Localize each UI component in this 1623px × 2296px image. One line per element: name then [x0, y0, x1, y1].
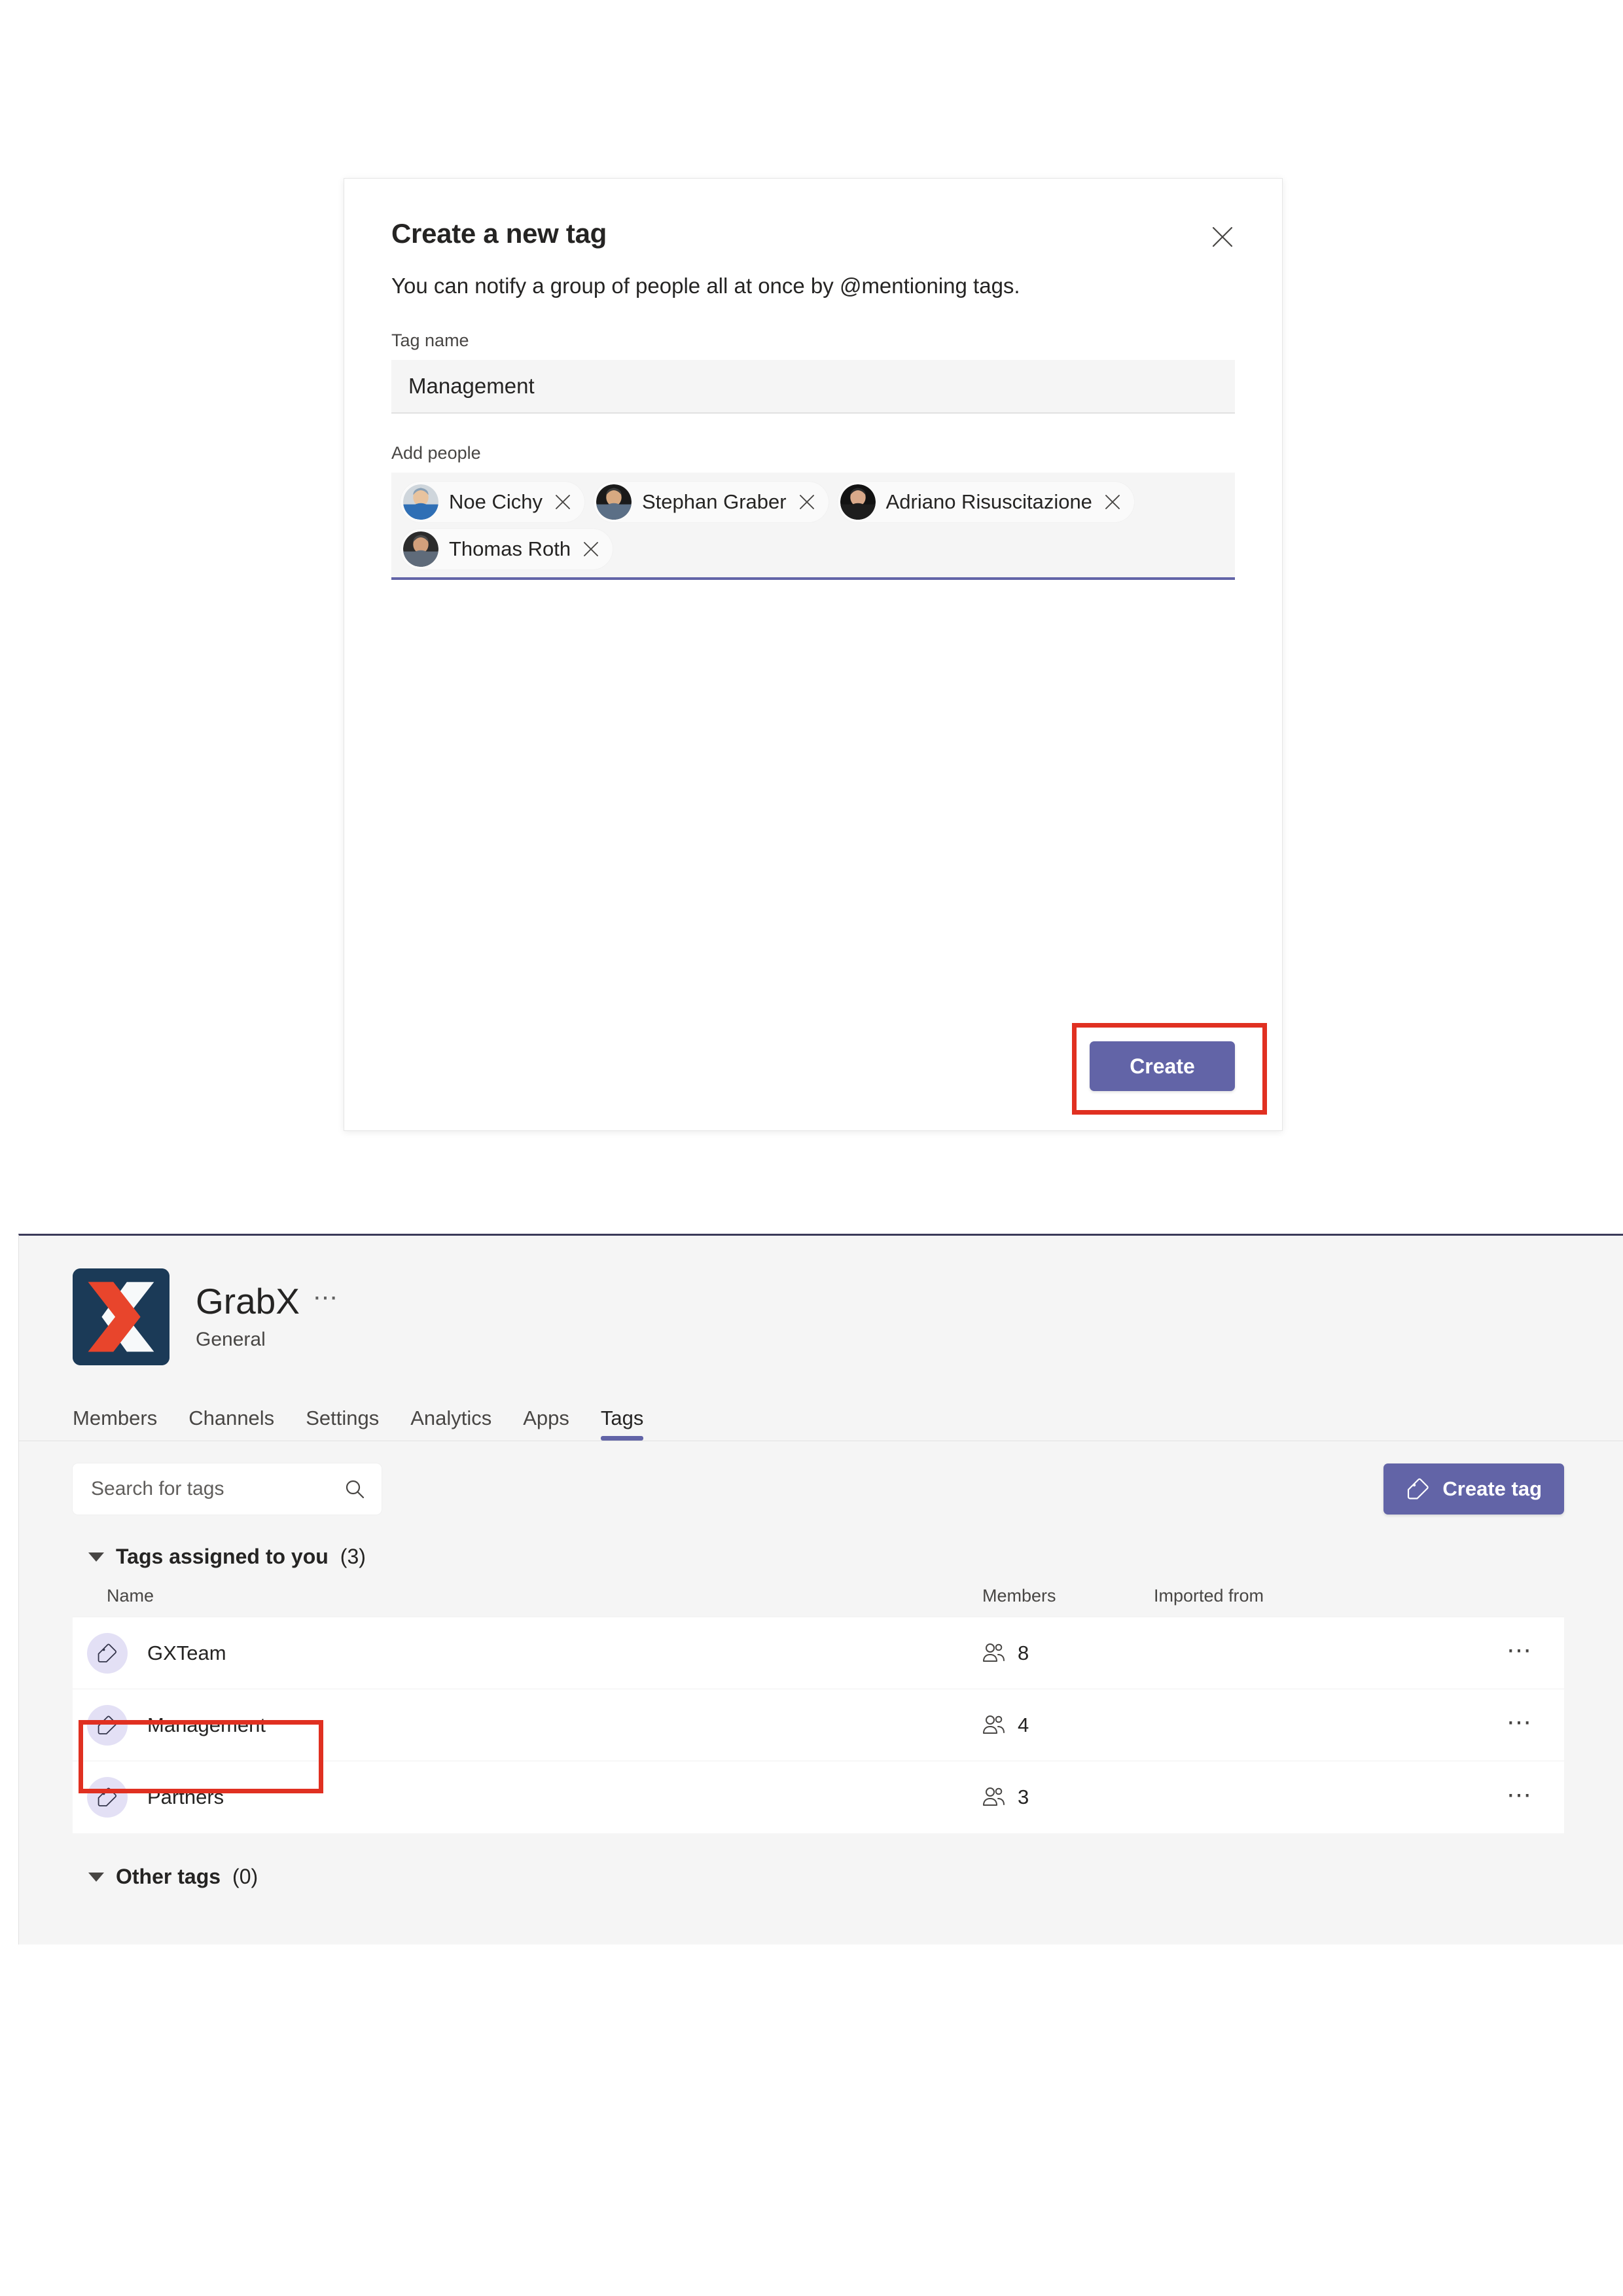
tag-name-cell[interactable]: GXTeam [73, 1633, 982, 1674]
column-header-members: Members [982, 1586, 1154, 1606]
people-icon [982, 1787, 1006, 1808]
person-chip-label: Stephan Graber [642, 490, 787, 514]
tag-icon [87, 1705, 128, 1746]
close-icon[interactable] [798, 493, 815, 511]
tag-name-label: Partners [147, 1785, 224, 1809]
team-tab-bar: MembersChannelsSettingsAnalyticsAppsTags [19, 1394, 1623, 1441]
tab-channels[interactable]: Channels [173, 1407, 290, 1441]
members-count: 4 [1018, 1713, 1029, 1737]
tag-icon [1406, 1477, 1431, 1501]
section-header-other-tags[interactable]: Other tags (0) [19, 1865, 1623, 1889]
tags-table: NameMembersImported fromGXTeam8⋯Manageme… [19, 1586, 1623, 1833]
dialog-title-row: Create a new tag [391, 218, 1235, 255]
row-actions-cell: ⋯ [1429, 1706, 1564, 1744]
create-button[interactable]: Create [1090, 1041, 1235, 1091]
members-cell: 4 [982, 1713, 1154, 1737]
dialog-subtitle: You can notify a group of people all at … [391, 272, 1235, 301]
ellipsis-icon[interactable]: ⋯ [1500, 1634, 1541, 1672]
close-icon [1211, 226, 1234, 248]
section-count: (3) [340, 1545, 366, 1569]
people-icon [982, 1643, 1006, 1664]
create-tag-dialog: Create a new tag You can notify a group … [344, 178, 1283, 1131]
tab-analytics[interactable]: Analytics [395, 1407, 507, 1441]
members-count: 3 [1018, 1785, 1029, 1809]
tags-table-body: GXTeam 8 ⋯ Management 4 ⋯ Partners 3 ⋯ [73, 1617, 1564, 1833]
create-tag-button[interactable]: Create tag [1383, 1463, 1564, 1515]
search-icon[interactable] [344, 1478, 366, 1500]
column-header-name: Name [73, 1586, 982, 1606]
tag-name-label: Tag name [391, 331, 1235, 351]
create-tag-button-label: Create tag [1442, 1477, 1542, 1501]
close-icon[interactable] [1104, 493, 1121, 511]
section-title: Tags assigned to you [116, 1545, 329, 1569]
section-header-tags-assigned-to-you[interactable]: Tags assigned to you (3) [19, 1545, 1623, 1569]
avatar [596, 484, 632, 520]
search-for-tags-field[interactable] [73, 1463, 382, 1515]
person-chip[interactable]: Stephan Graber [594, 482, 829, 522]
ellipsis-icon[interactable]: ⋯ [1500, 1779, 1541, 1816]
person-chip[interactable]: Noe Cichy [401, 482, 584, 522]
tab-settings[interactable]: Settings [290, 1407, 395, 1441]
team-channel-name: General [196, 1329, 340, 1351]
add-people-field[interactable]: Noe Cichy Stephan Graber Adriano Risuscita… [391, 473, 1235, 580]
tab-members[interactable]: Members [73, 1407, 173, 1441]
team-title-line: GrabX ⋯ [196, 1283, 340, 1321]
team-name: GrabX [196, 1283, 300, 1321]
person-chip-label: Thomas Roth [449, 537, 571, 561]
members-count: 8 [1018, 1641, 1029, 1665]
close-icon[interactable] [582, 541, 599, 558]
close-dialog-button[interactable] [1205, 219, 1240, 255]
avatar [403, 484, 438, 520]
team-tags-panel: GrabX ⋯ General MembersChannelsSettingsA… [18, 1234, 1623, 1945]
section-title: Other tags [116, 1865, 221, 1889]
table-row[interactable]: GXTeam 8 ⋯ [73, 1617, 1564, 1689]
tag-icon [87, 1633, 128, 1674]
row-actions-cell: ⋯ [1429, 1634, 1564, 1672]
row-actions-cell: ⋯ [1429, 1779, 1564, 1816]
avatar [840, 484, 876, 520]
members-cell: 3 [982, 1785, 1154, 1809]
tag-name-input[interactable] [391, 360, 1235, 414]
tab-apps[interactable]: Apps [507, 1407, 585, 1441]
search-input[interactable] [91, 1478, 344, 1500]
grabx-logo [73, 1268, 169, 1365]
tag-sections: Tags assigned to you (3) NameMembersImport… [19, 1545, 1623, 1889]
avatar [403, 531, 438, 567]
table-row[interactable]: Partners 3 ⋯ [73, 1761, 1564, 1833]
section-count: (0) [232, 1865, 258, 1889]
dialog-body: Create a new tag You can notify a group … [344, 179, 1282, 1041]
chevron-down-icon[interactable] [88, 1552, 104, 1562]
tag-name-cell[interactable]: Partners [73, 1777, 982, 1818]
person-chip[interactable]: Thomas Roth [401, 529, 613, 569]
team-header: GrabX ⋯ General [19, 1236, 1623, 1365]
chevron-down-icon[interactable] [88, 1873, 104, 1882]
close-icon[interactable] [554, 493, 571, 511]
person-chip[interactable]: Adriano Risuscitazione [838, 482, 1134, 522]
column-header-imported-from: Imported from [1154, 1586, 1429, 1606]
tags-toolbar: Create tag [19, 1441, 1623, 1515]
add-people-label: Add people [391, 443, 1235, 463]
team-more-icon[interactable]: ⋯ [313, 1291, 340, 1314]
team-meta: GrabX ⋯ General [196, 1283, 340, 1351]
tag-name-label: Management [147, 1713, 266, 1737]
dialog-title: Create a new tag [391, 218, 607, 249]
tab-tags[interactable]: Tags [585, 1407, 659, 1441]
table-header-row: NameMembersImported from [73, 1586, 1564, 1617]
tag-name-label: GXTeam [147, 1641, 226, 1665]
people-icon [982, 1715, 1006, 1736]
table-row[interactable]: Management 4 ⋯ [73, 1689, 1564, 1761]
ellipsis-icon[interactable]: ⋯ [1500, 1706, 1541, 1744]
dialog-footer: Create [344, 1041, 1282, 1130]
person-chip-label: Noe Cichy [449, 490, 543, 514]
members-cell: 8 [982, 1641, 1154, 1665]
tag-icon [87, 1777, 128, 1818]
tag-name-cell[interactable]: Management [73, 1705, 982, 1746]
person-chip-label: Adriano Risuscitazione [886, 490, 1092, 514]
